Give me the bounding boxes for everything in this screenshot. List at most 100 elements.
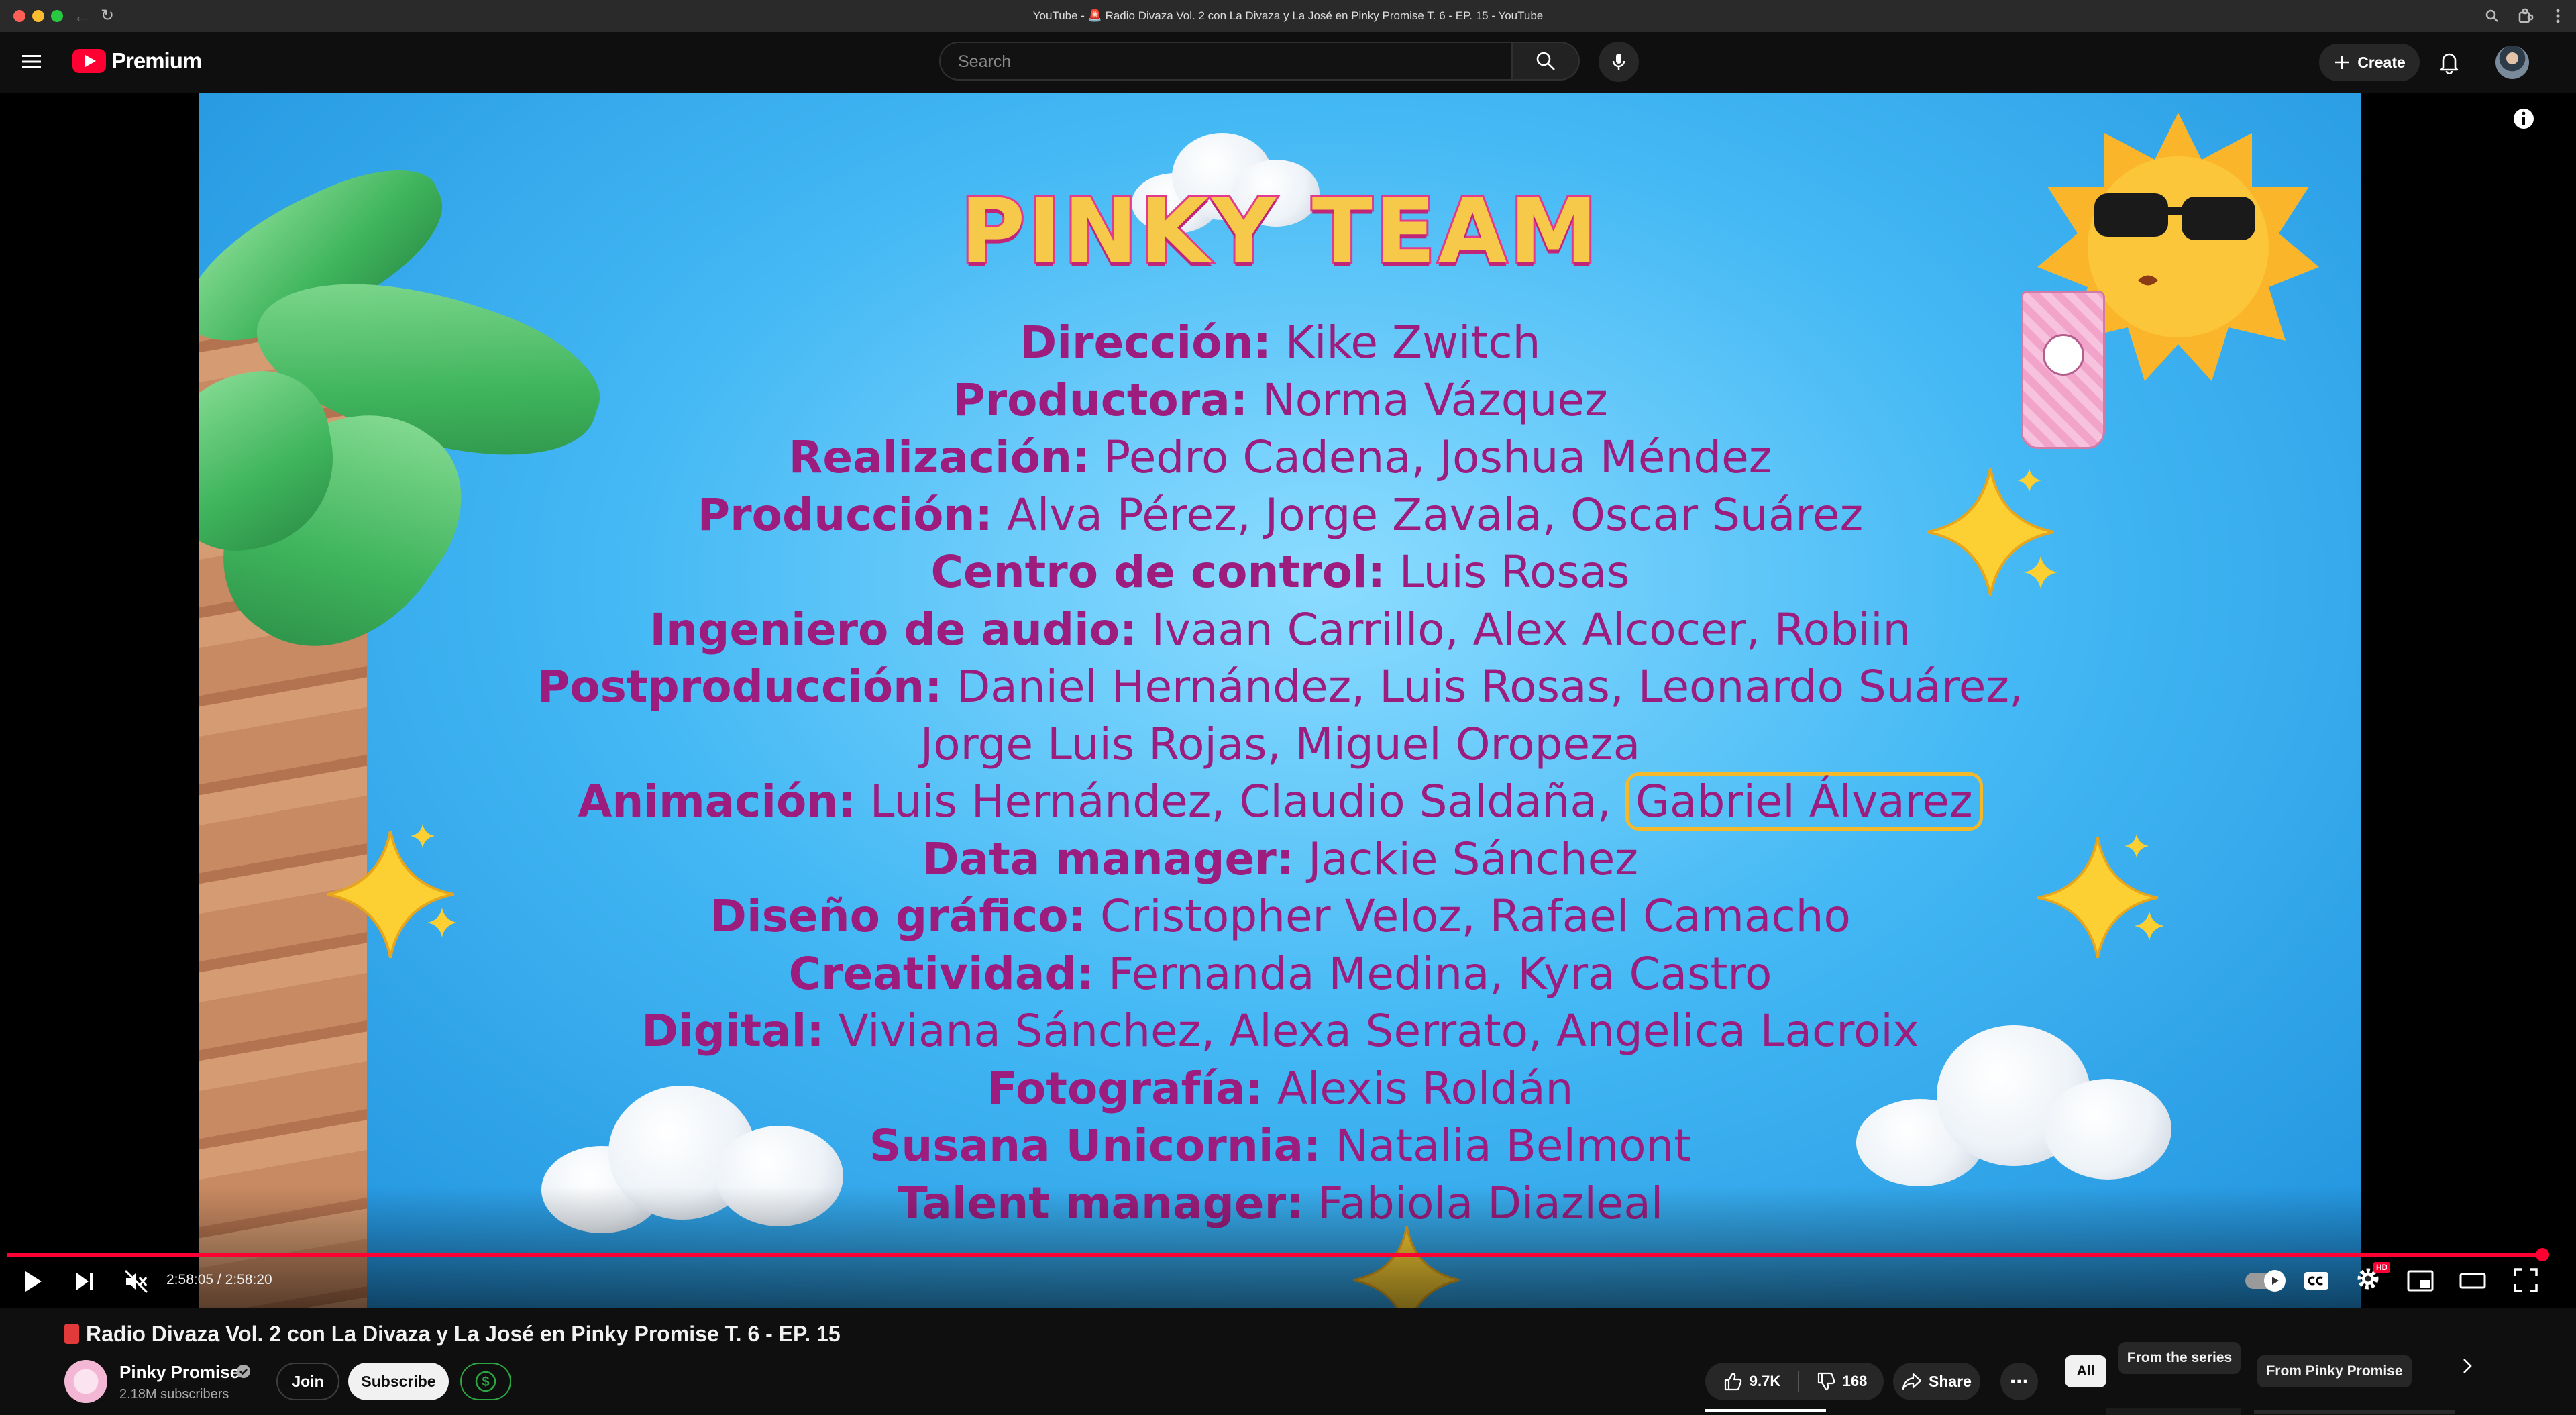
credit-role: Digital: — [641, 1005, 824, 1057]
dislike-count: 168 — [1842, 1373, 1868, 1390]
youtube-header: Premium Create — [0, 32, 2576, 93]
progress-scrubber[interactable] — [2536, 1248, 2549, 1261]
extensions-icon[interactable] — [2517, 7, 2534, 25]
subscribe-button[interactable]: Subscribe — [348, 1363, 449, 1400]
like-ratio-bar — [1705, 1409, 1826, 1412]
chevron-right-icon[interactable] — [2455, 1354, 2479, 1378]
channel-name[interactable]: Pinky Promise — [119, 1362, 239, 1383]
credit-role: Diseño gráfico: — [710, 890, 1087, 942]
fullscreen-button[interactable] — [2512, 1267, 2539, 1294]
browser-titlebar: YouTube - 🚨 Radio Divaza Vol. 2 con La D… — [0, 0, 2576, 33]
credit-names: Viviana Sánchez, Alexa Serrato, Angelica… — [838, 1005, 1919, 1057]
chip-from-channel[interactable]: From Pinky Promise — [2257, 1355, 2412, 1387]
play-button[interactable] — [20, 1269, 46, 1294]
like-button[interactable]: 9.7K — [1705, 1363, 1798, 1400]
menu-icon[interactable] — [20, 50, 43, 73]
credit-role: Animación: — [578, 776, 856, 827]
credit-role: Creatividad: — [788, 947, 1095, 1000]
share-label: Share — [1929, 1372, 1972, 1390]
credit-names: Natalia Belmont — [1335, 1120, 1692, 1171]
credit-role: Data manager: — [922, 833, 1295, 885]
video-frame: PINKY TEAM Dirección: Kike Zwitch Produc… — [199, 93, 2361, 1308]
credit-names: Luis Rosas — [1399, 546, 1630, 598]
video-title-text: Radio Divaza Vol. 2 con La Divaza y La J… — [86, 1322, 841, 1346]
reload-icon[interactable]: ↻ — [98, 7, 117, 25]
share-icon — [1902, 1373, 1922, 1390]
like-dislike-group: 9.7K 168 — [1705, 1363, 1884, 1400]
credit-line: Digital: Viviana Sánchez, Alexa Serrato,… — [199, 1002, 2361, 1060]
time-display: 2:58:05 / 2:58:20 — [166, 1272, 272, 1288]
create-label: Create — [2357, 53, 2406, 71]
next-button[interactable] — [72, 1269, 98, 1294]
credit-line: Creatividad: Fernanda Medina, Kyra Castr… — [199, 945, 2361, 1003]
info-icon[interactable] — [2512, 107, 2535, 130]
like-count: 9.7K — [1749, 1373, 1781, 1390]
credit-role: Ingeniero de audio: — [649, 603, 1138, 656]
credit-line: Centro de control: Luis Rosas — [199, 543, 2361, 601]
credit-role: Realización: — [788, 431, 1090, 483]
dollar-icon: $ — [475, 1371, 496, 1392]
autoplay-toggle-knob[interactable] — [2264, 1270, 2286, 1292]
create-button[interactable]: Create — [2319, 44, 2420, 81]
credit-names: Luis Hernández, Claudio Saldaña, — [869, 776, 1611, 827]
subscriber-count: 2.18M subscribers — [119, 1387, 229, 1402]
mute-button[interactable] — [123, 1269, 149, 1294]
miniplayer-button[interactable] — [2407, 1269, 2434, 1292]
credit-names: Jorge Luis Rojas, Miguel Oropeza — [920, 718, 1641, 770]
browser-menu-icon[interactable] — [2549, 7, 2567, 25]
join-button[interactable]: Join — [276, 1363, 339, 1400]
credit-names: Pedro Cadena, Joshua Méndez — [1104, 431, 1772, 483]
more-actions-button[interactable]: ⋯ — [2000, 1363, 2038, 1400]
channel-avatar[interactable] — [64, 1360, 107, 1403]
credit-line: Dirección: Kike Zwitch — [199, 314, 2361, 372]
credit-role: Fotografía: — [987, 1062, 1263, 1114]
svg-text:$: $ — [482, 1375, 489, 1390]
credit-line: Fotografía: Alexis Roldán — [199, 1060, 2361, 1118]
captions-button[interactable] — [2303, 1269, 2330, 1292]
search-box — [939, 42, 1513, 81]
progress-bar[interactable] — [7, 1253, 2542, 1257]
credit-role: Productora: — [953, 374, 1248, 426]
search-button[interactable] — [1513, 42, 1580, 81]
bell-icon[interactable] — [2438, 50, 2461, 74]
credit-names: Ivaan Carrillo, Alex Alcocer, Robiin — [1151, 603, 1911, 656]
credit-names: Cristopher Veloz, Rafael Camacho — [1100, 890, 1851, 942]
credit-role: Centro de control: — [930, 546, 1385, 598]
credit-role: Dirección: — [1020, 317, 1271, 368]
youtube-premium-logo[interactable]: Premium — [72, 48, 202, 74]
chip-all[interactable]: All — [2065, 1355, 2106, 1387]
credit-names: Daniel Hernández, Luis Rosas, Leonardo S… — [956, 661, 2024, 713]
zoom-icon[interactable] — [2485, 9, 2500, 23]
fullscreen-icon — [2514, 1268, 2538, 1292]
video-player[interactable]: PINKY TEAM Dirección: Kike Zwitch Produc… — [0, 93, 2576, 1308]
plus-icon — [2335, 56, 2349, 69]
voice-search-button[interactable] — [1599, 42, 1639, 82]
theater-icon — [2459, 1273, 2486, 1289]
credit-names: Kike Zwitch — [1285, 317, 1541, 368]
chip-from-the-series[interactable]: From the series — [2118, 1342, 2241, 1374]
miniplayer-icon — [2407, 1270, 2434, 1292]
window-title: YouTube - 🚨 Radio Divaza Vol. 2 con La D… — [1032, 9, 1544, 22]
credit-role: Producción: — [697, 488, 993, 541]
back-icon[interactable]: ← — [72, 7, 91, 25]
search-icon — [1536, 52, 1555, 70]
credit-line: Diseño gráfico: Cristopher Veloz, Rafael… — [199, 888, 2361, 945]
share-button[interactable]: Share — [1893, 1363, 1980, 1400]
hd-badge: HD — [2373, 1262, 2391, 1273]
video-title: Radio Divaza Vol. 2 con La Divaza y La J… — [64, 1322, 841, 1347]
theater-mode-button[interactable] — [2459, 1269, 2486, 1292]
thanks-button[interactable]: $ — [460, 1363, 511, 1400]
credits-list: Dirección: Kike Zwitch Productora: Norma… — [199, 314, 2361, 1232]
siren-emoji-icon — [64, 1324, 79, 1344]
credit-names: Alexis Roldán — [1277, 1062, 1574, 1114]
credit-names: Alva Pérez, Jorge Zavala, Oscar Suárez — [1006, 488, 1864, 541]
dislike-button[interactable]: 168 — [1799, 1363, 1884, 1400]
credit-line: Realización: Pedro Cadena, Joshua Méndez — [199, 429, 2361, 486]
credit-line: Animación: Luis Hernández, Claudio Salda… — [199, 772, 2361, 831]
credit-line: Producción: Alva Pérez, Jorge Zavala, Os… — [199, 486, 2361, 544]
credits-title: PINKY TEAM — [959, 178, 1601, 285]
account-avatar[interactable] — [2496, 46, 2529, 79]
credit-line: Susana Unicornia: Natalia Belmont — [199, 1117, 2361, 1175]
credit-line: Productora: Norma Vázquez — [199, 372, 2361, 429]
search-input[interactable] — [957, 43, 1496, 81]
